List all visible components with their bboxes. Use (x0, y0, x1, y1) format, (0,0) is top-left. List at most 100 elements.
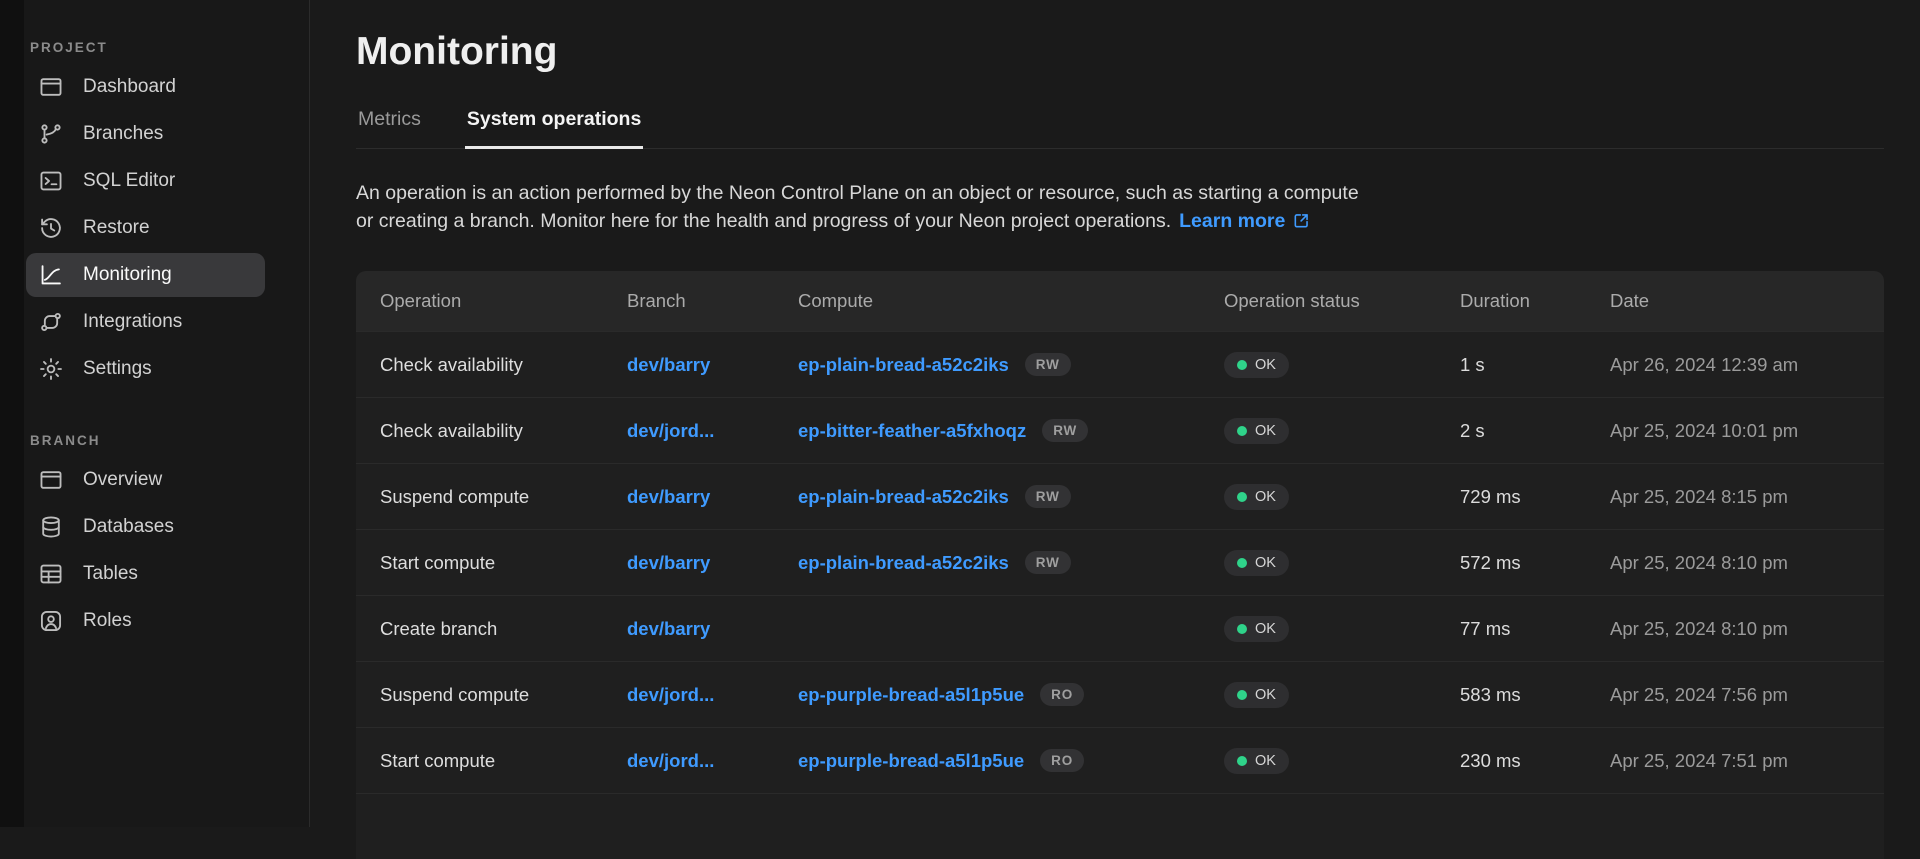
learn-more-link[interactable]: Learn more (1179, 210, 1311, 232)
nav-item-label: Roles (83, 610, 132, 632)
cell-duration: 230 ms (1460, 750, 1610, 772)
cell-date: Apr 25, 2024 7:56 pm (1610, 684, 1860, 706)
status-badge: OK (1224, 682, 1289, 708)
sidebar-item-branches[interactable]: Branches (26, 112, 265, 156)
sidebar-item-dashboard[interactable]: Dashboard (26, 65, 265, 109)
status-label: OK (1255, 423, 1276, 439)
sidebar-item-settings[interactable]: Settings (26, 347, 265, 391)
cell-branch: dev/barry (627, 552, 798, 574)
status-label: OK (1255, 357, 1276, 373)
tab-bar: Metrics System operations (356, 108, 1884, 149)
sidebar-section: BRANCH Overview Databases Tables Roles (0, 433, 309, 643)
table-row: Check availability dev/barry ep-plain-br… (356, 331, 1884, 397)
branch-link[interactable]: dev/jord... (627, 750, 714, 771)
cell-branch: dev/barry (627, 486, 798, 508)
sidebar-section: PROJECT Dashboard Branches SQL Editor Re… (0, 40, 309, 391)
cell-duration: 1 s (1460, 354, 1610, 376)
nav-item-label: Integrations (83, 311, 182, 333)
restore-icon (38, 215, 64, 241)
cell-duration: 2 s (1460, 420, 1610, 442)
branch-link[interactable]: dev/barry (627, 354, 710, 375)
compute-link[interactable]: ep-plain-bread-a52c2iks (798, 552, 1009, 574)
col-date: Date (1610, 290, 1860, 312)
description-line2: or creating a branch. Monitor here for t… (356, 210, 1171, 232)
page-title: Monitoring (356, 30, 1884, 74)
nav-item-label: Branches (83, 123, 163, 145)
sidebar: PROJECT Dashboard Branches SQL Editor Re… (0, 0, 310, 827)
cell-date: Apr 25, 2024 7:51 pm (1610, 750, 1860, 772)
sidebar-item-tables[interactable]: Tables (26, 552, 265, 596)
compute-badge: RO (1040, 683, 1084, 706)
cell-date: Apr 26, 2024 12:39 am (1610, 354, 1860, 376)
status-badge: OK (1224, 352, 1289, 378)
branch-link[interactable]: dev/jord... (627, 420, 714, 441)
cell-compute: ep-plain-bread-a52c2iks RW (798, 485, 1224, 508)
external-link-icon (1292, 211, 1311, 230)
sidebar-item-sql-editor[interactable]: SQL Editor (26, 159, 265, 203)
cell-status: OK (1224, 418, 1460, 444)
cell-duration: 572 ms (1460, 552, 1610, 574)
compute-link[interactable]: ep-bitter-feather-a5fxhoqz (798, 420, 1026, 442)
status-ok-dot (1237, 690, 1247, 700)
sql-editor-icon (38, 168, 64, 194)
monitoring-icon (38, 262, 64, 288)
compute-link[interactable]: ep-purple-bread-a5l1p5ue (798, 684, 1024, 706)
status-badge: OK (1224, 550, 1289, 576)
cell-branch: dev/barry (627, 354, 798, 376)
compute-link[interactable]: ep-plain-bread-a52c2iks (798, 486, 1009, 508)
cell-date: Apr 25, 2024 8:15 pm (1610, 486, 1860, 508)
cell-duration: 77 ms (1460, 618, 1610, 640)
cell-status: OK (1224, 748, 1460, 774)
cell-duration: 729 ms (1460, 486, 1610, 508)
tab-metrics[interactable]: Metrics (356, 108, 423, 148)
table-row: Start compute dev/jord... ep-purple-brea… (356, 727, 1884, 793)
status-badge: OK (1224, 616, 1289, 642)
section-items: Dashboard Branches SQL Editor Restore Mo… (0, 65, 309, 391)
status-label: OK (1255, 621, 1276, 637)
sidebar-item-databases[interactable]: Databases (26, 505, 265, 549)
roles-icon (38, 608, 64, 634)
sidebar-item-restore[interactable]: Restore (26, 206, 265, 250)
compute-badge: RW (1042, 419, 1088, 442)
sidebar-nav: PROJECT Dashboard Branches SQL Editor Re… (0, 40, 309, 643)
branch-link[interactable]: dev/barry (627, 486, 710, 507)
table-row: Create branch dev/barry OK 77 ms Apr 25,… (356, 595, 1884, 661)
compute-link[interactable]: ep-plain-bread-a52c2iks (798, 354, 1009, 376)
cell-branch: dev/jord... (627, 684, 798, 706)
sidebar-item-monitoring[interactable]: Monitoring (26, 253, 265, 297)
nav-item-label: Restore (83, 217, 150, 239)
status-ok-dot (1237, 624, 1247, 634)
cell-operation: Suspend compute (380, 486, 627, 508)
sidebar-item-overview[interactable]: Overview (26, 458, 265, 502)
cell-date: Apr 25, 2024 10:01 pm (1610, 420, 1860, 442)
status-label: OK (1255, 753, 1276, 769)
sidebar-item-roles[interactable]: Roles (26, 599, 265, 643)
settings-icon (38, 356, 64, 382)
status-ok-dot (1237, 426, 1247, 436)
databases-icon (38, 514, 64, 540)
cell-operation: Check availability (380, 354, 627, 376)
branch-link[interactable]: dev/jord... (627, 684, 714, 705)
table-row: Suspend compute dev/jord... ep-purple-br… (356, 661, 1884, 727)
col-duration: Duration (1460, 290, 1610, 312)
cell-branch: dev/jord... (627, 420, 798, 442)
status-label: OK (1255, 555, 1276, 571)
compute-badge: RO (1040, 749, 1084, 772)
col-operation-status: Operation status (1224, 290, 1460, 312)
status-label: OK (1255, 687, 1276, 703)
nav-item-label: SQL Editor (83, 170, 175, 192)
tab-system-operations[interactable]: System operations (465, 108, 643, 149)
compute-link[interactable]: ep-purple-bread-a5l1p5ue (798, 750, 1024, 772)
table-header: Operation Branch Compute Operation statu… (356, 271, 1884, 331)
branches-icon (38, 121, 64, 147)
overview-icon (38, 467, 64, 493)
sidebar-item-integrations[interactable]: Integrations (26, 300, 265, 344)
branch-link[interactable]: dev/barry (627, 552, 710, 573)
nav-item-label: Settings (83, 358, 152, 380)
nav-item-label: Databases (83, 516, 174, 538)
compute-badge: RW (1025, 485, 1071, 508)
branch-link[interactable]: dev/barry (627, 618, 710, 639)
status-badge: OK (1224, 748, 1289, 774)
table-row: Start compute dev/barry ep-plain-bread-a… (356, 529, 1884, 595)
cell-status: OK (1224, 682, 1460, 708)
